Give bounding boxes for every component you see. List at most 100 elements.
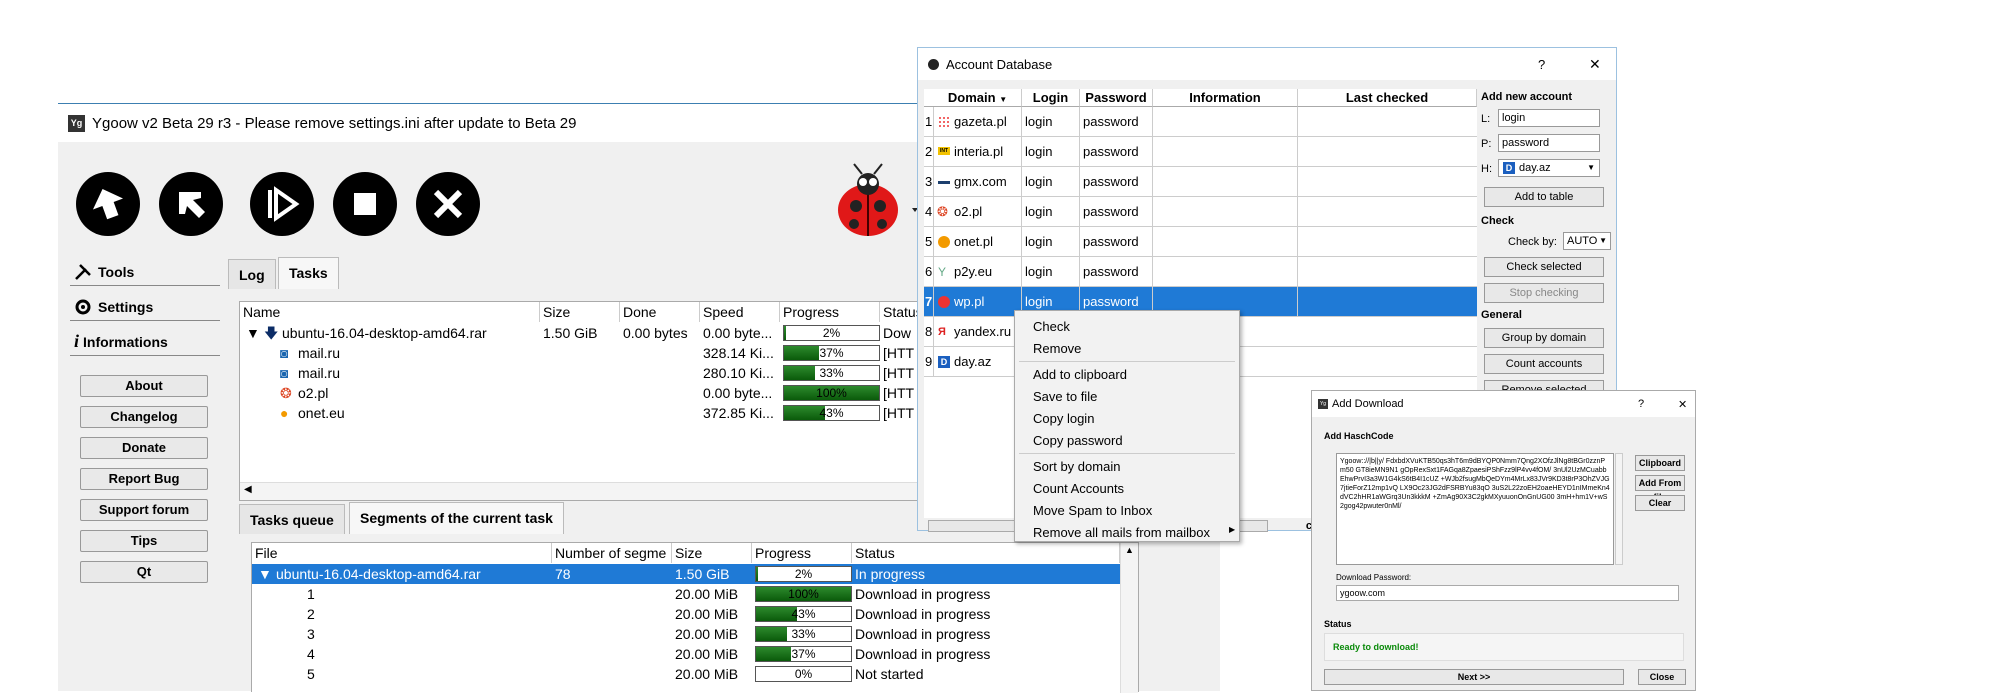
start-button[interactable] bbox=[250, 172, 314, 236]
check-selected-button[interactable]: Check selected bbox=[1484, 257, 1604, 277]
col-progress[interactable]: Progress bbox=[780, 302, 880, 322]
help-button[interactable]: ? bbox=[1638, 398, 1644, 410]
o2-icon: ❂ bbox=[280, 385, 292, 401]
stop-checking-button[interactable]: Stop checking bbox=[1484, 283, 1604, 303]
download-password-label: Download Password: bbox=[1336, 573, 1412, 582]
host-select[interactable]: D day.az ▼ bbox=[1498, 159, 1600, 177]
account-row[interactable]: 6 p2y.eu Y login password bbox=[924, 257, 1477, 287]
col-seg-size[interactable]: Size bbox=[672, 543, 752, 563]
changelog-button[interactable]: Changelog bbox=[80, 406, 208, 428]
account-row[interactable]: 5 onet.pl login password bbox=[924, 227, 1477, 257]
help-button[interactable]: ? bbox=[1538, 57, 1545, 72]
menu-item-save-to-file[interactable]: Save to file bbox=[1033, 389, 1097, 404]
account-password: password bbox=[1080, 137, 1153, 167]
login-input[interactable]: login bbox=[1498, 109, 1600, 127]
account-information bbox=[1153, 197, 1298, 227]
menu-item-copy-login[interactable]: Copy login bbox=[1033, 411, 1094, 426]
sidebar-tab-tools[interactable]: Tools bbox=[70, 258, 220, 286]
col-password[interactable]: Password bbox=[1080, 89, 1153, 107]
sidebar-tab-label: Informations bbox=[83, 333, 168, 350]
textarea-scrollbar[interactable] bbox=[1615, 453, 1623, 565]
col-login[interactable]: Login bbox=[1022, 89, 1080, 107]
account-row[interactable]: 4 o2.pl ❂ login password bbox=[924, 197, 1477, 227]
vertical-scrollbar[interactable]: ▲ bbox=[1120, 543, 1138, 693]
password-input[interactable]: password bbox=[1498, 134, 1600, 152]
menu-item-check[interactable]: Check bbox=[1033, 319, 1070, 334]
task-name: mail.ru bbox=[298, 345, 341, 361]
col-file[interactable]: File bbox=[252, 543, 552, 563]
segment-row[interactable]: 2 20.00 MiB 43% Download in progress bbox=[252, 604, 1120, 624]
segment-row[interactable]: 4 20.00 MiB 37% Download in progress bbox=[252, 644, 1120, 664]
menu-item-remove-all-mails[interactable]: Remove all mails from mailbox bbox=[1033, 525, 1210, 540]
col-name[interactable]: Name bbox=[240, 302, 540, 322]
check-by-select[interactable]: AUTO ▼ bbox=[1563, 232, 1611, 250]
account-row[interactable]: 2 interia.pl INT login password bbox=[924, 137, 1477, 167]
segment-row[interactable]: 3 20.00 MiB 33% Download in progress bbox=[252, 624, 1120, 644]
task-status: [HTT bbox=[883, 405, 915, 421]
gazeta-icon bbox=[938, 116, 950, 128]
scroll-up-icon[interactable]: ▲ bbox=[1125, 545, 1134, 555]
tab-segments[interactable]: Segments of the current task bbox=[349, 502, 564, 534]
expand-arrow-icon[interactable]: ▼ bbox=[246, 323, 260, 343]
group-by-domain-button[interactable]: Group by domain bbox=[1484, 328, 1604, 348]
close-dialog-button[interactable]: Close bbox=[1638, 669, 1686, 685]
col-information[interactable]: Information bbox=[1153, 89, 1298, 107]
account-password: password bbox=[1080, 107, 1153, 137]
col-last-checked[interactable]: Last checked bbox=[1298, 89, 1477, 107]
tips-button[interactable]: Tips bbox=[80, 530, 208, 552]
scroll-left-icon[interactable]: ◀ bbox=[244, 484, 252, 495]
menu-item-sort-by-domain[interactable]: Sort by domain bbox=[1033, 459, 1120, 474]
add-from-file-button[interactable]: Add From file bbox=[1635, 475, 1685, 502]
col-domain[interactable]: Domain ▼ bbox=[934, 89, 1022, 107]
donate-button[interactable]: Donate bbox=[80, 437, 208, 459]
account-row[interactable]: 3 gmx.com login password bbox=[924, 167, 1477, 197]
sort-arrow-icon: ▼ bbox=[999, 95, 1008, 104]
close-button[interactable]: ✕ bbox=[1678, 398, 1687, 411]
col-size[interactable]: Size bbox=[540, 302, 620, 322]
segment-row[interactable]: 5 20.00 MiB 0% Not started bbox=[252, 664, 1120, 684]
tab-tasks-queue[interactable]: Tasks queue bbox=[239, 504, 345, 534]
qt-button[interactable]: Qt bbox=[80, 561, 208, 583]
hashcode-textarea[interactable]: Ygoow:://|b||y/ FdxbdXVuKTB50qs3hT6m9dBY… bbox=[1336, 453, 1614, 565]
tab-log[interactable]: Log bbox=[228, 259, 276, 289]
expand-arrow-icon[interactable]: ▼ bbox=[258, 564, 272, 584]
next-button[interactable]: Next >> bbox=[1324, 669, 1624, 685]
window-title: Account Database bbox=[946, 56, 1053, 72]
add-to-table-button[interactable]: Add to table bbox=[1484, 187, 1604, 207]
col-seg-progress[interactable]: Progress bbox=[752, 543, 852, 563]
menu-item-move-spam[interactable]: Move Spam to Inbox bbox=[1033, 503, 1152, 518]
add-task-button[interactable] bbox=[76, 172, 140, 236]
sidebar-tab-settings[interactable]: Settings bbox=[70, 293, 220, 321]
cancel-button[interactable] bbox=[416, 172, 480, 236]
col-seg-status[interactable]: Status bbox=[852, 543, 1120, 563]
report-bug-button[interactable]: Report Bug bbox=[80, 468, 208, 490]
onet-icon: ● bbox=[280, 405, 289, 421]
segment-row[interactable]: ▼ ubuntu-16.04-desktop-amd64.rar 78 1.50… bbox=[252, 564, 1120, 584]
close-button[interactable]: ✕ bbox=[1589, 56, 1601, 73]
row-number: 5 bbox=[924, 227, 934, 257]
account-row[interactable]: 1 gazeta.pl login password bbox=[924, 107, 1477, 137]
download-password-input[interactable]: ygoow.com bbox=[1336, 585, 1679, 601]
row-number: 2 bbox=[924, 137, 934, 167]
clipboard-button[interactable]: Clipboard bbox=[1635, 455, 1685, 471]
stop-button[interactable] bbox=[333, 172, 397, 236]
clear-button[interactable]: Clear bbox=[1635, 495, 1685, 511]
tab-tasks[interactable]: Tasks bbox=[278, 257, 339, 289]
menu-item-add-to-clipboard[interactable]: Add to clipboard bbox=[1033, 367, 1127, 382]
col-number[interactable]: Number of segme bbox=[552, 543, 672, 563]
p2y-icon: Y bbox=[938, 265, 947, 279]
col-done[interactable]: Done bbox=[620, 302, 700, 322]
sidebar-tab-informations[interactable]: i Informations bbox=[70, 328, 220, 356]
segment-row[interactable]: 1 20.00 MiB 100% Download in progress bbox=[252, 584, 1120, 604]
count-accounts-button[interactable]: Count accounts bbox=[1484, 354, 1604, 374]
segment-status: Download in progress bbox=[855, 626, 991, 642]
about-button[interactable]: About bbox=[80, 375, 208, 397]
menu-item-copy-password[interactable]: Copy password bbox=[1033, 433, 1123, 448]
row-header-corner bbox=[924, 89, 934, 107]
menu-item-remove[interactable]: Remove bbox=[1033, 341, 1081, 356]
ladybug-logo-icon[interactable] bbox=[828, 162, 918, 242]
menu-item-count-accounts[interactable]: Count Accounts bbox=[1033, 481, 1124, 496]
col-speed[interactable]: Speed bbox=[700, 302, 780, 322]
support-forum-button[interactable]: Support forum bbox=[80, 499, 208, 521]
add-link-button[interactable] bbox=[159, 172, 223, 236]
